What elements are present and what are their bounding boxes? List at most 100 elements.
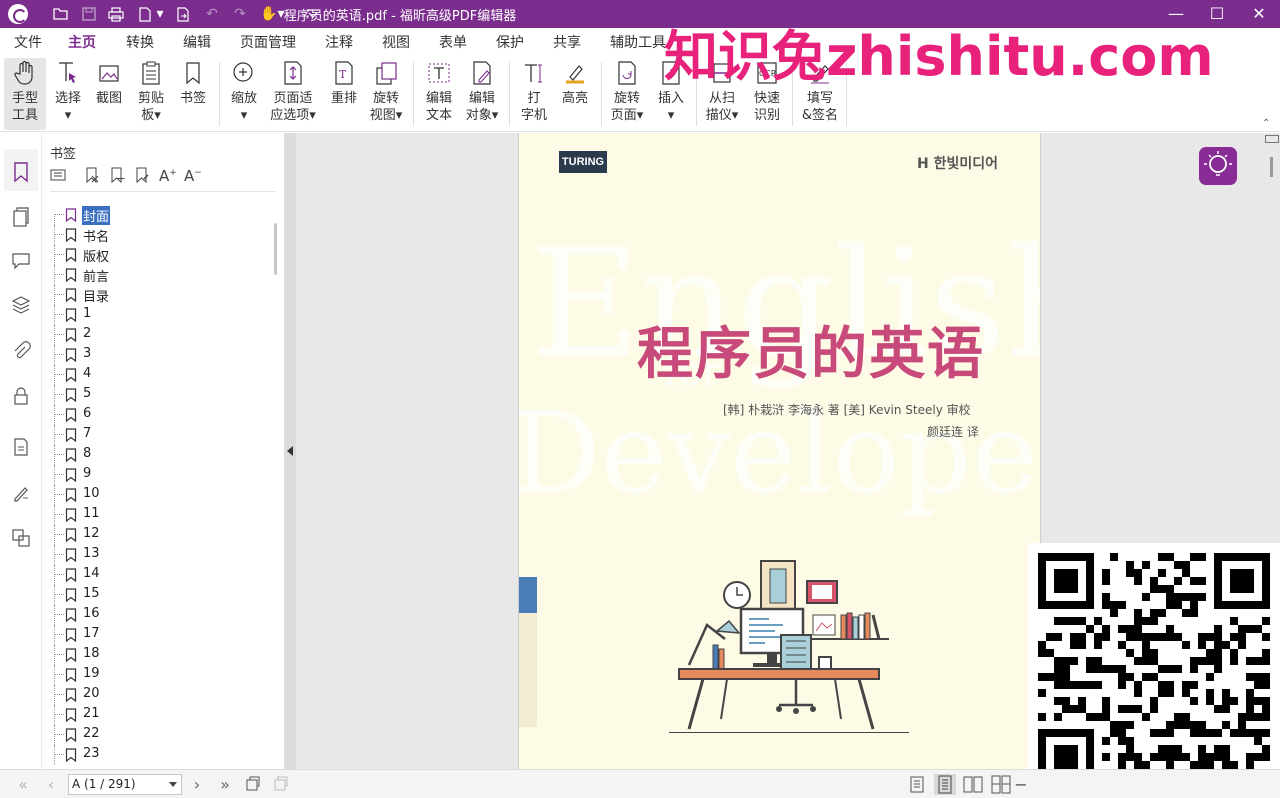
- menu-share[interactable]: 共享: [553, 32, 581, 52]
- collapse-ribbon-icon[interactable]: ⌃: [1262, 118, 1270, 129]
- decrease-font-icon[interactable]: A−: [184, 167, 202, 185]
- bookmark-item[interactable]: 8: [50, 445, 268, 465]
- select-button[interactable]: 选择 ▾: [50, 58, 86, 130]
- menu-view[interactable]: 视图: [382, 32, 410, 52]
- menu-home[interactable]: 主页: [68, 32, 96, 56]
- zoom-out-icon[interactable]: −: [1012, 776, 1030, 794]
- previous-page-icon[interactable]: ‹: [42, 776, 60, 794]
- bookmark-item[interactable]: 书名: [50, 225, 268, 245]
- bookmark-item[interactable]: 19: [50, 665, 268, 685]
- qr-module: [1206, 689, 1214, 697]
- bookmark-item[interactable]: 10: [50, 485, 268, 505]
- compare-panel-icon[interactable]: [11, 528, 31, 548]
- bookmark-item[interactable]: 11: [50, 505, 268, 525]
- vertical-scrollbar[interactable]: [1262, 133, 1280, 543]
- bookmark-item[interactable]: 4: [50, 365, 268, 385]
- qr-module: [1166, 585, 1174, 593]
- bookmark-options-icon[interactable]: [50, 167, 68, 185]
- next-view-icon[interactable]: [272, 776, 290, 794]
- rotate-page-button[interactable]: 旋转 页面▾: [607, 58, 647, 130]
- menu-convert[interactable]: 转换: [126, 32, 154, 52]
- edit-object-button[interactable]: 编辑 对象▾: [462, 58, 502, 130]
- pages-panel-icon[interactable]: [11, 206, 31, 227]
- menu-file[interactable]: 文件: [14, 32, 42, 52]
- continuous-facing-view-button[interactable]: [990, 774, 1012, 795]
- attachments-panel-icon[interactable]: [11, 341, 31, 361]
- bookmark-item[interactable]: 1: [50, 305, 268, 325]
- bookmark-item[interactable]: 5: [50, 385, 268, 405]
- bookmark-label: 15: [83, 586, 100, 601]
- tree-line: [54, 505, 55, 525]
- next-page-icon[interactable]: ›: [188, 776, 206, 794]
- qr-module: [1110, 553, 1118, 561]
- bookmark-item[interactable]: 20: [50, 685, 268, 705]
- page-dropdown-icon[interactable]: [169, 782, 177, 787]
- menu-form[interactable]: 表单: [439, 32, 467, 52]
- edit-text-button[interactable]: 编辑 文本: [420, 58, 458, 130]
- increase-font-icon[interactable]: A+: [159, 167, 177, 185]
- bookmark-item[interactable]: 17: [50, 625, 268, 645]
- bookmark-item[interactable]: 9: [50, 465, 268, 485]
- reflow-button[interactable]: T 重排: [324, 58, 364, 130]
- add-bookmark-icon[interactable]: [109, 167, 127, 185]
- facing-view-button[interactable]: [962, 774, 984, 795]
- menu-protect[interactable]: 保护: [496, 32, 524, 52]
- close-button[interactable]: ✕: [1239, 2, 1279, 26]
- signature-panel-icon[interactable]: [11, 483, 31, 503]
- menu-edit[interactable]: 编辑: [183, 32, 211, 52]
- qr-module: [1230, 649, 1238, 657]
- qr-module: [1214, 745, 1222, 753]
- last-page-icon[interactable]: »: [216, 776, 234, 794]
- menu-page-management[interactable]: 页面管理: [240, 32, 296, 52]
- qr-module: [1246, 697, 1254, 705]
- bookmark-item[interactable]: 版权: [50, 245, 268, 265]
- scrollbar-thumb[interactable]: [1270, 157, 1273, 177]
- bookmark-item[interactable]: 3: [50, 345, 268, 365]
- security-panel-icon[interactable]: [11, 386, 31, 406]
- bookmark-button[interactable]: 书签: [174, 58, 212, 130]
- layers-panel-icon[interactable]: [11, 295, 31, 315]
- bookmark-item[interactable]: 2: [50, 325, 268, 345]
- bookmark-item[interactable]: 15: [50, 585, 268, 605]
- content-panel-icon[interactable]: [11, 437, 31, 457]
- bookmark-item[interactable]: 21: [50, 705, 268, 725]
- panel-collapse-handle[interactable]: [284, 133, 296, 769]
- bookmark-item[interactable]: 7: [50, 425, 268, 445]
- bookmark-item[interactable]: 目录: [50, 285, 268, 305]
- tips-button[interactable]: [1199, 147, 1237, 185]
- bookmark-item[interactable]: 14: [50, 565, 268, 585]
- zoom-button[interactable]: 缩放 ▾: [225, 58, 263, 130]
- bookmark-item[interactable]: 前言: [50, 265, 268, 285]
- typewriter-button[interactable]: 打字机: [515, 58, 553, 130]
- clipboard-button[interactable]: 剪贴 板▾: [132, 58, 170, 130]
- previous-view-icon[interactable]: [244, 776, 262, 794]
- rotate-view-button[interactable]: 旋转 视图▾: [366, 58, 406, 130]
- continuous-view-button[interactable]: [934, 774, 956, 795]
- comments-panel-icon[interactable]: [11, 250, 31, 270]
- bookmark-item[interactable]: 封面: [50, 205, 268, 225]
- first-page-icon[interactable]: «: [14, 776, 32, 794]
- bookmark-item[interactable]: 12: [50, 525, 268, 545]
- bookmark-item[interactable]: 18: [50, 645, 268, 665]
- menu-comment[interactable]: 注释: [325, 32, 353, 52]
- bookmark-label: 8: [83, 446, 92, 461]
- bookmarks-panel-icon[interactable]: [11, 161, 31, 183]
- menu-accessibility[interactable]: 辅助工具: [610, 32, 666, 52]
- scroll-up-icon[interactable]: [1265, 135, 1279, 143]
- hand-tool-button[interactable]: 手型 工具: [4, 58, 46, 130]
- screenshot-button[interactable]: 截图: [90, 58, 128, 130]
- bookmark-item[interactable]: 23: [50, 745, 268, 765]
- bookmark-item[interactable]: 16: [50, 605, 268, 625]
- bookmark-icon: [65, 688, 77, 703]
- bookmark-scrollbar[interactable]: [274, 223, 277, 275]
- bookmark-item[interactable]: 6: [50, 405, 268, 425]
- page-number-field[interactable]: A (1 / 291): [68, 774, 182, 795]
- qr-module: [1246, 625, 1254, 633]
- highlight-button[interactable]: 高亮: [556, 58, 594, 130]
- bookmark-item[interactable]: 22: [50, 725, 268, 745]
- fit-page-button[interactable]: 页面适 应选项▾: [268, 58, 318, 130]
- single-page-view-button[interactable]: [906, 774, 928, 795]
- bookmark-properties-icon[interactable]: [134, 167, 152, 185]
- bookmark-item[interactable]: 13: [50, 545, 268, 565]
- delete-bookmark-icon[interactable]: [84, 167, 102, 185]
